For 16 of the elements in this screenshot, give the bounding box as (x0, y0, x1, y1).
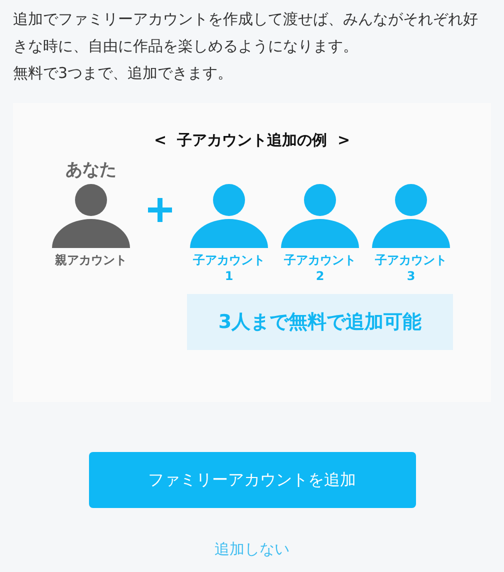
example-title: < 子アカウント追加の例 > (152, 131, 352, 150)
parent-heading: あなた (66, 159, 116, 182)
person-icon (280, 184, 360, 248)
person-icon (189, 184, 269, 248)
account-label: 子アカウント 3 (375, 252, 447, 284)
intro-text: 追加でファミリーアカウントを作成して渡せば、みんながそれぞれ好きな時に、自由に作品を楽しめるようになります。 (13, 9, 479, 57)
account-label: 親アカウント (55, 252, 127, 269)
person-icon (51, 184, 131, 248)
skip-link[interactable]: 追加しない (214, 540, 290, 559)
add-family-account-button[interactable]: ファミリーアカウントを追加 (88, 452, 416, 508)
account-label: 子アカウント 2 (284, 252, 356, 284)
plus-icon (146, 196, 174, 224)
intro-text: 無料で3つまで、追加できます。 (13, 63, 234, 84)
person-icon (371, 184, 451, 248)
account-label: 子アカウント 1 (193, 252, 265, 284)
free-limit-banner: 3人まで無料で追加可能 (187, 294, 453, 350)
